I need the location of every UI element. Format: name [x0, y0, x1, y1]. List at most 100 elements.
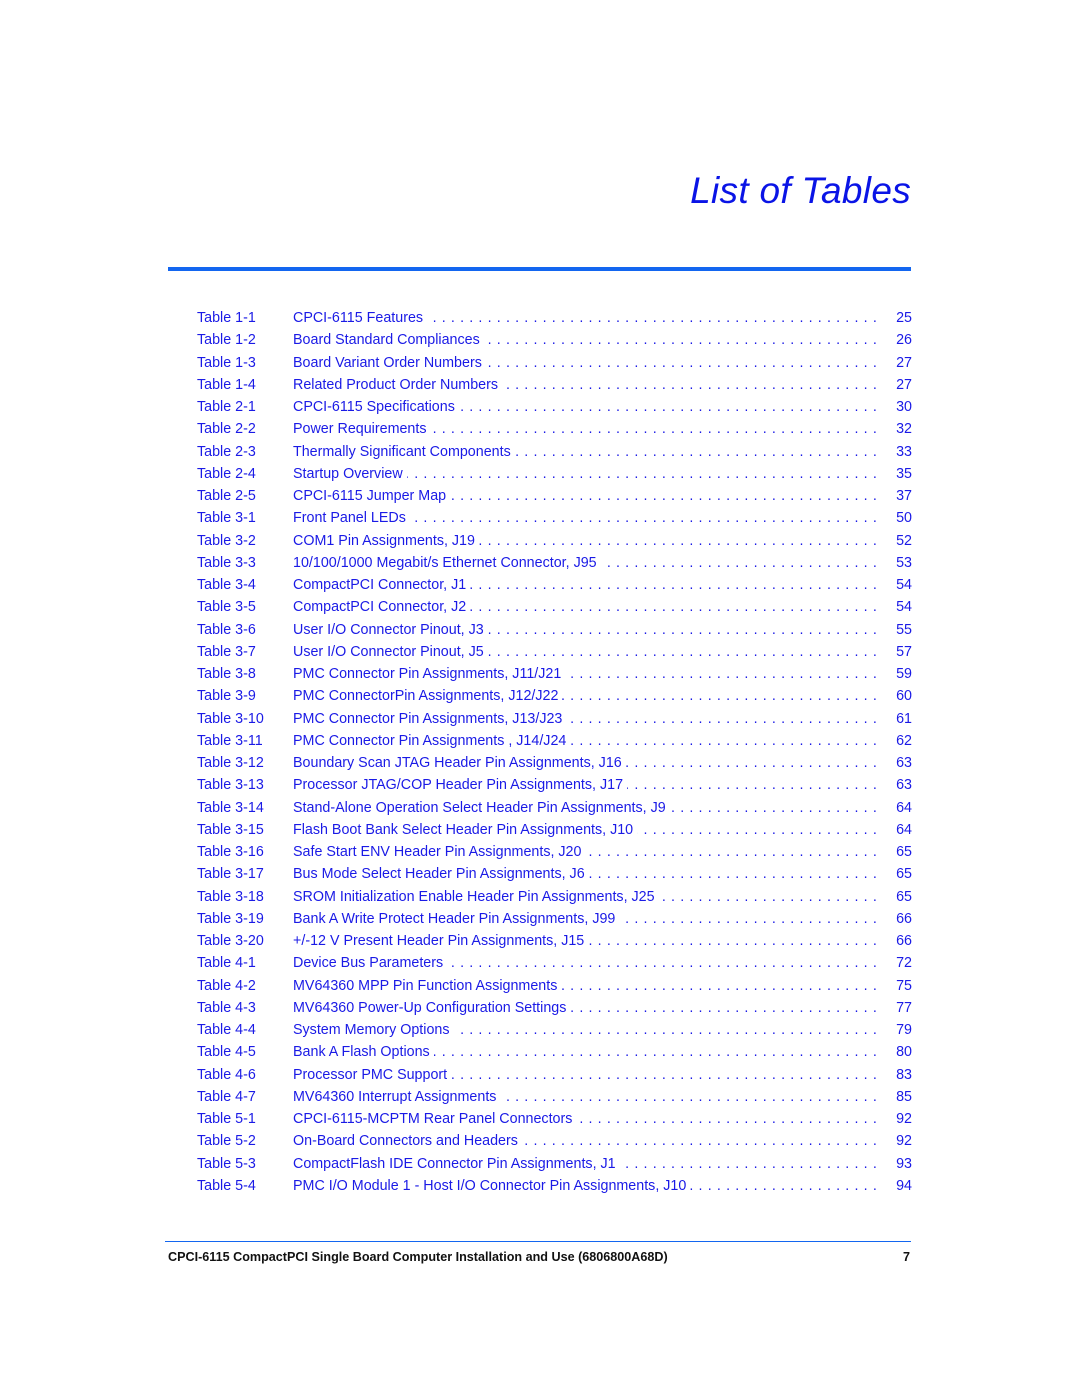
toc-entry-label[interactable]: Table 3-13 [197, 774, 264, 796]
toc-entry-title[interactable]: ........................................… [293, 463, 882, 485]
toc-entry[interactable]: Table 3-19..............................… [197, 908, 912, 930]
toc-entry-label[interactable]: Table 3-10 [197, 708, 264, 730]
toc-entry[interactable]: Table 3-11..............................… [197, 730, 912, 752]
toc-entry-page-number[interactable]: 63 [896, 752, 912, 774]
toc-entry[interactable]: Table 3-17..............................… [197, 863, 912, 885]
toc-entry-title[interactable]: ........................................… [293, 530, 882, 552]
toc-entry-page-number[interactable]: 54 [896, 574, 912, 596]
toc-entry-page-number[interactable]: 59 [896, 663, 912, 685]
toc-entry-page-number[interactable]: 63 [896, 774, 912, 796]
toc-entry-label[interactable]: Table 3-17 [197, 863, 264, 885]
toc-entry-label[interactable]: Table 4-4 [197, 1019, 256, 1041]
toc-entry-label[interactable]: Table 4-6 [197, 1064, 256, 1086]
toc-entry[interactable]: Table 3-4...............................… [197, 574, 912, 596]
toc-entry[interactable]: Table 3-2...............................… [197, 530, 912, 552]
toc-entry[interactable]: Table 1-2...............................… [197, 329, 912, 351]
toc-entry-title[interactable]: ........................................… [293, 374, 882, 396]
toc-entry-page-number[interactable]: 65 [896, 863, 912, 885]
toc-entry-page-number[interactable]: 60 [896, 685, 912, 707]
toc-entry-title[interactable]: ........................................… [293, 1064, 882, 1086]
toc-entry[interactable]: Table 5-4...............................… [197, 1175, 912, 1197]
toc-entry-page-number[interactable]: 27 [896, 374, 912, 396]
toc-entry-title[interactable]: ........................................… [293, 641, 882, 663]
toc-entry[interactable]: Table 3-14..............................… [197, 797, 912, 819]
toc-entry-title[interactable]: ........................................… [293, 307, 882, 329]
toc-entry[interactable]: Table 3-12..............................… [197, 752, 912, 774]
toc-entry-page-number[interactable]: 62 [896, 730, 912, 752]
toc-entry-page-number[interactable]: 65 [896, 886, 912, 908]
toc-entry-page-number[interactable]: 37 [896, 485, 912, 507]
toc-entry-page-number[interactable]: 64 [896, 797, 912, 819]
toc-entry-title[interactable]: ........................................… [293, 619, 882, 641]
toc-entry-label[interactable]: Table 2-3 [197, 441, 256, 463]
toc-entry-label[interactable]: Table 3-9 [197, 685, 256, 707]
toc-entry-page-number[interactable]: 64 [896, 819, 912, 841]
toc-entry-title[interactable]: ........................................… [293, 418, 882, 440]
toc-entry[interactable]: Table 2-2...............................… [197, 418, 912, 440]
toc-entry-page-number[interactable]: 53 [896, 552, 912, 574]
toc-entry-title[interactable]: ........................................… [293, 485, 882, 507]
toc-entry-title[interactable]: ........................................… [293, 441, 882, 463]
toc-entry[interactable]: Table 3-1...............................… [197, 507, 912, 529]
toc-entry[interactable]: Table 2-5...............................… [197, 485, 912, 507]
toc-entry-title[interactable]: ........................................… [293, 797, 882, 819]
toc-entry[interactable]: Table 4-6...............................… [197, 1064, 912, 1086]
toc-entry-label[interactable]: Table 4-7 [197, 1086, 256, 1108]
toc-entry-title[interactable]: ........................................… [293, 730, 882, 752]
toc-entry-label[interactable]: Table 4-3 [197, 997, 256, 1019]
toc-entry-title[interactable]: ........................................… [293, 975, 882, 997]
toc-entry-page-number[interactable]: 27 [896, 352, 912, 374]
toc-entry-title[interactable]: ........................................… [293, 908, 882, 930]
toc-entry-title[interactable]: ........................................… [293, 1019, 882, 1041]
toc-entry[interactable]: Table 3-10..............................… [197, 708, 912, 730]
toc-entry-label[interactable]: Table 3-16 [197, 841, 264, 863]
toc-entry-label[interactable]: Table 1-2 [197, 329, 256, 351]
toc-entry-title[interactable]: ........................................… [293, 329, 882, 351]
toc-entry[interactable]: Table 2-3...............................… [197, 441, 912, 463]
toc-entry[interactable]: Table 3-15..............................… [197, 819, 912, 841]
toc-entry-page-number[interactable]: 52 [896, 530, 912, 552]
toc-entry-page-number[interactable]: 50 [896, 507, 912, 529]
toc-entry-label[interactable]: Table 2-4 [197, 463, 256, 485]
toc-entry[interactable]: Table 3-18..............................… [197, 886, 912, 908]
toc-entry-label[interactable]: Table 3-11 [197, 730, 263, 752]
toc-entry-title[interactable]: ........................................… [293, 886, 882, 908]
toc-entry-title[interactable]: ........................................… [293, 841, 882, 863]
toc-entry-label[interactable]: Table 3-2 [197, 530, 256, 552]
toc-entry-page-number[interactable]: 30 [896, 396, 912, 418]
toc-entry[interactable]: Table 1-4...............................… [197, 374, 912, 396]
toc-entry-page-number[interactable]: 35 [896, 463, 912, 485]
toc-entry-title[interactable]: ........................................… [293, 752, 882, 774]
toc-entry[interactable]: Table 4-3...............................… [197, 997, 912, 1019]
toc-entry[interactable]: Table 4-1...............................… [197, 952, 912, 974]
toc-entry-label[interactable]: Table 5-4 [197, 1175, 256, 1197]
toc-entry-label[interactable]: Table 3-7 [197, 641, 256, 663]
toc-entry-title[interactable]: ........................................… [293, 396, 882, 418]
toc-entry-title[interactable]: ........................................… [293, 352, 882, 374]
toc-entry-title[interactable]: ........................................… [293, 997, 882, 1019]
toc-entry-label[interactable]: Table 4-1 [197, 952, 256, 974]
toc-entry-label[interactable]: Table 4-2 [197, 975, 256, 997]
toc-entry-label[interactable]: Table 3-15 [197, 819, 264, 841]
toc-entry[interactable]: Table 5-2...............................… [197, 1130, 912, 1152]
toc-entry-label[interactable]: Table 1-4 [197, 374, 256, 396]
toc-entry-page-number[interactable]: 77 [896, 997, 912, 1019]
toc-entry-page-number[interactable]: 66 [896, 908, 912, 930]
toc-entry-title[interactable]: ........................................… [293, 1175, 882, 1197]
toc-entry-label[interactable]: Table 3-8 [197, 663, 256, 685]
toc-entry-title[interactable]: ........................................… [293, 1108, 882, 1130]
toc-entry-page-number[interactable]: 83 [896, 1064, 912, 1086]
toc-entry[interactable]: Table 3-6...............................… [197, 619, 912, 641]
toc-entry-page-number[interactable]: 75 [896, 975, 912, 997]
toc-entry-label[interactable]: Table 3-1 [197, 507, 256, 529]
toc-entry-page-number[interactable]: 79 [896, 1019, 912, 1041]
toc-entry-label[interactable]: Table 3-3 [197, 552, 256, 574]
toc-entry-label[interactable]: Table 3-4 [197, 574, 256, 596]
toc-entry-label[interactable]: Table 4-5 [197, 1041, 256, 1063]
toc-entry-page-number[interactable]: 26 [896, 329, 912, 351]
toc-entry[interactable]: Table 4-4...............................… [197, 1019, 912, 1041]
toc-entry-page-number[interactable]: 94 [896, 1175, 912, 1197]
toc-entry[interactable]: Table 3-3...............................… [197, 552, 912, 574]
toc-entry-page-number[interactable]: 92 [896, 1130, 912, 1152]
toc-entry[interactable]: Table 5-3...............................… [197, 1153, 912, 1175]
